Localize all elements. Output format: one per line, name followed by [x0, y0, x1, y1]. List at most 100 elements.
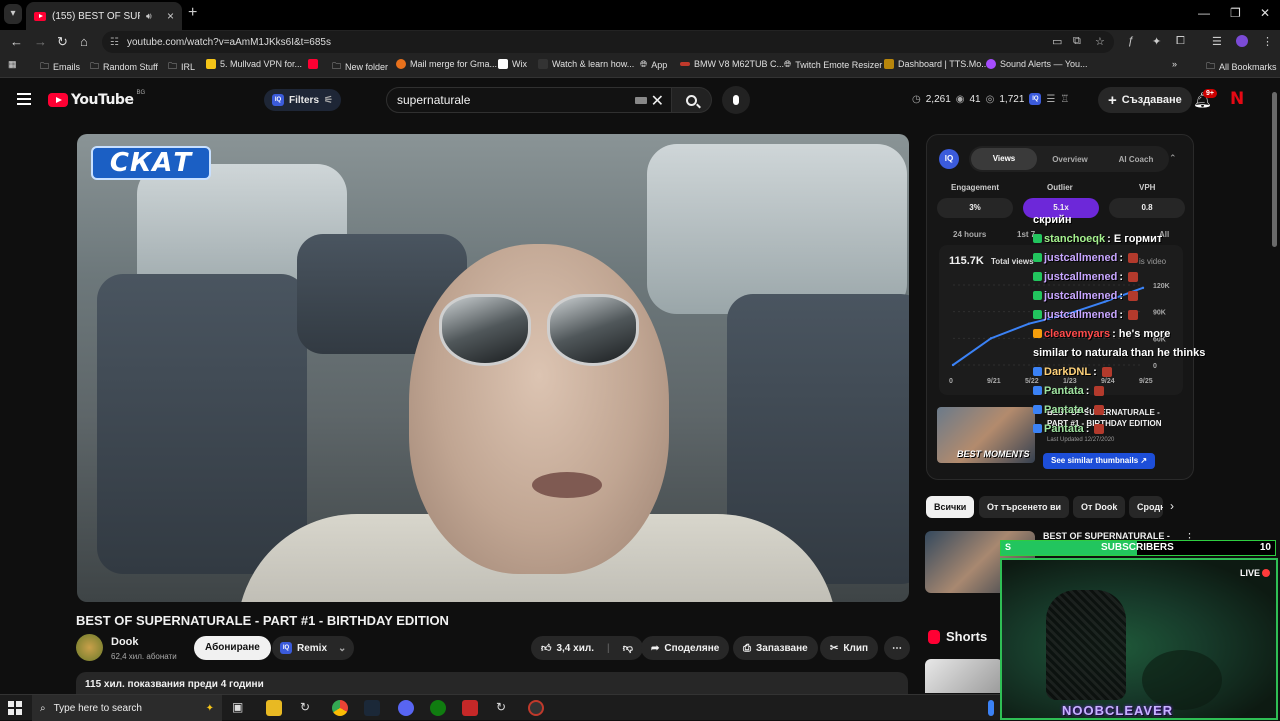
video-player[interactable]: СКАТ [77, 134, 909, 602]
chat-username[interactable]: justcallmened [1044, 271, 1117, 283]
range-24h[interactable]: 24 hours [953, 230, 986, 239]
account-avatar[interactable]: N [1230, 89, 1250, 109]
chat-username[interactable]: justcallmened [1044, 252, 1117, 264]
speaker-icon[interactable]: 🔊︎ [146, 11, 152, 22]
bookmark-item[interactable]: Dashboard | TTS.Mo... [884, 59, 989, 69]
profile-avatar[interactable] [1236, 35, 1248, 47]
page-scrollbar[interactable] [1272, 92, 1277, 247]
bookmark-item[interactable]: 🗀︎ New folder [332, 59, 388, 75]
bookmark-item[interactable]: Mail merge for Gma... [396, 59, 497, 69]
extension-fx-icon[interactable]: ƒ [1128, 35, 1134, 47]
video-app-icon[interactable] [462, 700, 478, 716]
short-thumbnail[interactable] [925, 659, 1003, 693]
chat-username[interactable]: stanchoeqk [1044, 233, 1105, 245]
tab-overview[interactable]: Overview [1037, 155, 1103, 164]
chat-username[interactable]: скрийн [1033, 214, 1072, 226]
tab-ai-coach[interactable]: AI Coach [1103, 155, 1169, 164]
extensions-puzzle-icon[interactable]: ⧠ [1176, 35, 1185, 48]
chrome-icon[interactable] [332, 700, 348, 716]
obs-icon[interactable] [528, 700, 544, 716]
extension-icon[interactable]: ✦ [1152, 35, 1161, 48]
chevron-right-icon[interactable]: › [1170, 499, 1174, 513]
voice-search-button[interactable] [722, 86, 750, 114]
more-actions-icon[interactable]: ⋯ [884, 636, 910, 660]
close-window-icon[interactable]: ✕ [1260, 6, 1270, 20]
share-button[interactable]: ➦ Споделяне [641, 636, 730, 660]
list-icon[interactable]: ☰ [1046, 94, 1055, 105]
search-input[interactable]: supernaturale ✕ [386, 87, 672, 113]
tray-icon[interactable] [988, 700, 994, 716]
app-icon[interactable]: ↻ [496, 700, 512, 716]
filters-button[interactable]: IQ Filters ⚟ [264, 89, 341, 111]
remix-button[interactable]: IQ Remix ⌄ [272, 636, 355, 660]
keyboard-icon[interactable] [635, 97, 647, 104]
bookmark-item[interactable] [308, 59, 318, 69]
chat-username[interactable]: cleavemyars [1044, 328, 1110, 340]
close-tab-icon[interactable]: × [167, 9, 174, 23]
bookmark-item[interactable]: 🌐︎ Twitch Emote Resizer [784, 59, 882, 70]
chip-from-channel[interactable]: От Dook [1073, 496, 1126, 518]
more-bookmarks-icon[interactable]: » [1172, 59, 1177, 69]
windows-start-icon[interactable] [8, 701, 22, 715]
file-explorer-icon[interactable] [266, 700, 282, 716]
new-tab-button[interactable]: + [188, 4, 197, 22]
chip-related[interactable]: Сродн [1129, 496, 1163, 518]
forward-icon[interactable]: → [34, 34, 47, 49]
clip-button[interactable]: ✂ Клип [820, 636, 879, 660]
chip-all[interactable]: Всички [926, 496, 975, 518]
tab-search-button[interactable]: ▾ [4, 4, 22, 24]
home-icon[interactable]: ⌂ [80, 34, 88, 49]
chat-username[interactable]: justcallmened [1044, 309, 1117, 321]
steam-icon[interactable] [364, 700, 380, 716]
bookmark-item[interactable]: BMW V8 M62TUB C... [680, 59, 784, 69]
chat-username[interactable]: Pantata [1044, 423, 1084, 435]
thumbnail-preview[interactable]: BEST MOMENTS [937, 407, 1035, 463]
translate-icon[interactable]: ⧉ [1073, 35, 1081, 48]
bookmark-star-icon[interactable]: ☆ [1095, 35, 1105, 48]
cast-icon[interactable]: ▭ [1052, 35, 1062, 48]
chat-username[interactable]: DarkDNL [1044, 366, 1091, 378]
app-icon[interactable]: ↻ [300, 700, 316, 716]
reading-list-icon[interactable]: ☰ [1212, 35, 1222, 48]
similar-thumbnails-button[interactable]: See similar thumbnails ↗ [1043, 453, 1156, 469]
menu-kebab-icon[interactable]: ⋮ [1262, 35, 1273, 48]
chip-from-search[interactable]: От търсенето ви [979, 496, 1070, 518]
browser-tab[interactable]: (155) BEST OF SUPERNATURALE 🔊︎ × [26, 2, 182, 30]
subscribe-button[interactable]: Абониране [194, 636, 271, 660]
task-view-icon[interactable]: ▣ [232, 700, 248, 716]
back-icon[interactable]: ← [10, 34, 23, 49]
channel-avatar[interactable] [76, 634, 103, 661]
discord-icon[interactable] [398, 700, 414, 716]
save-button[interactable]: ⎙ Запазване [733, 636, 818, 660]
taskbar-search[interactable]: ⌕ Type here to search ✦ [32, 695, 222, 721]
tab-views[interactable]: Views [971, 148, 1037, 170]
chat-username[interactable]: justcallmened [1044, 290, 1117, 302]
reload-icon[interactable]: ↻ [57, 34, 68, 50]
site-info-icon[interactable]: ☷ [110, 37, 119, 48]
chat-username[interactable]: Pantata [1044, 404, 1084, 416]
minimize-icon[interactable]: — [1198, 6, 1210, 20]
trophy-icon[interactable]: ♖ [1060, 94, 1069, 105]
channel-name[interactable]: Dook [111, 636, 139, 648]
url-bar[interactable]: ☷ youtube.com/watch?v=aAmM1JKks6I&t=685s [102, 31, 1114, 53]
bookmark-item[interactable]: 🗀︎ Emails [40, 59, 80, 75]
youtube-logo[interactable]: YouTube BG [48, 90, 145, 108]
thumbs-down-icon[interactable]: 👎︎ [623, 642, 633, 654]
menu-icon[interactable] [17, 93, 31, 108]
search-button[interactable] [672, 87, 712, 113]
bookmark-item[interactable]: 🗀︎ Random Stuff [90, 59, 158, 75]
bookmark-item[interactable]: Wix [498, 59, 527, 69]
bookmark-item[interactable]: 🗀︎ IRL [168, 59, 195, 75]
like-button[interactable]: 👍︎ 3,4 хил. | 👎︎ [531, 636, 643, 660]
bookmark-item[interactable]: 5. Mullvad VPN for... [206, 59, 302, 69]
restore-icon[interactable]: ❐ [1230, 6, 1241, 20]
collapse-icon[interactable]: ⌃ [1169, 153, 1177, 164]
clear-search-icon[interactable]: ✕ [651, 91, 664, 111]
apps-grid-icon[interactable]: ▦ [8, 59, 17, 70]
bookmark-item[interactable]: Sound Alerts — You... [986, 59, 1088, 69]
create-button[interactable]: + Създаване [1098, 87, 1192, 113]
xbox-icon[interactable] [430, 700, 446, 716]
chat-username[interactable]: Pantata [1044, 385, 1084, 397]
iq-icon[interactable]: IQ [1029, 93, 1042, 105]
bookmark-item[interactable]: Watch & learn how... [538, 59, 634, 69]
